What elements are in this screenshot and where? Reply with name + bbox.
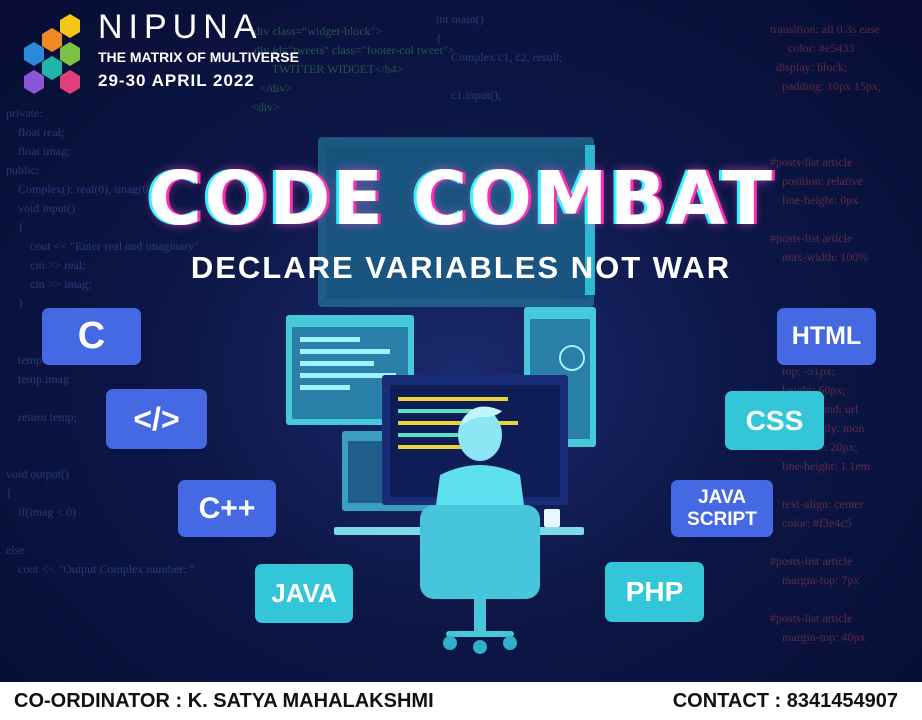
brand-name: NIPUNA — [98, 8, 263, 46]
background-code-center: int main() { Complex c1, c2, result; c1.… — [436, 12, 563, 102]
nipuna-logo-icon — [24, 14, 80, 94]
badge-html: HTML — [777, 308, 876, 365]
badge-javascript: JAVA SCRIPT — [671, 480, 773, 537]
badge-java: JAVA — [255, 564, 353, 623]
footer-bar: CO-ORDINATOR : K. SATYA MAHALAKSHMI CONT… — [0, 682, 922, 720]
brand-tagline: THE MATRIX OF MULTIVERSE — [98, 49, 299, 65]
event-poster: private: float real; float imag; public:… — [0, 0, 922, 682]
badge-php: PHP — [605, 562, 704, 622]
event-subtitle: DECLARE VARIABLES NOT WAR — [190, 250, 732, 285]
event-title: CODE COMBAT — [147, 156, 775, 242]
badge-css: CSS — [725, 391, 824, 450]
badge-cpp: C++ — [178, 480, 276, 537]
event-date: 29-30 APRIL 2022 — [98, 71, 255, 90]
badge-c: C — [42, 308, 141, 365]
coordinator-text: CO-ORDINATOR : K. SATYA MAHALAKSHMI — [14, 690, 434, 712]
contact-text: CONTACT : 8341454907 — [672, 690, 898, 712]
brand-block: NIPUNA THE MATRIX OF MULTIVERSE 29-30 AP… — [98, 8, 299, 91]
badge-markup: </> — [106, 389, 207, 449]
